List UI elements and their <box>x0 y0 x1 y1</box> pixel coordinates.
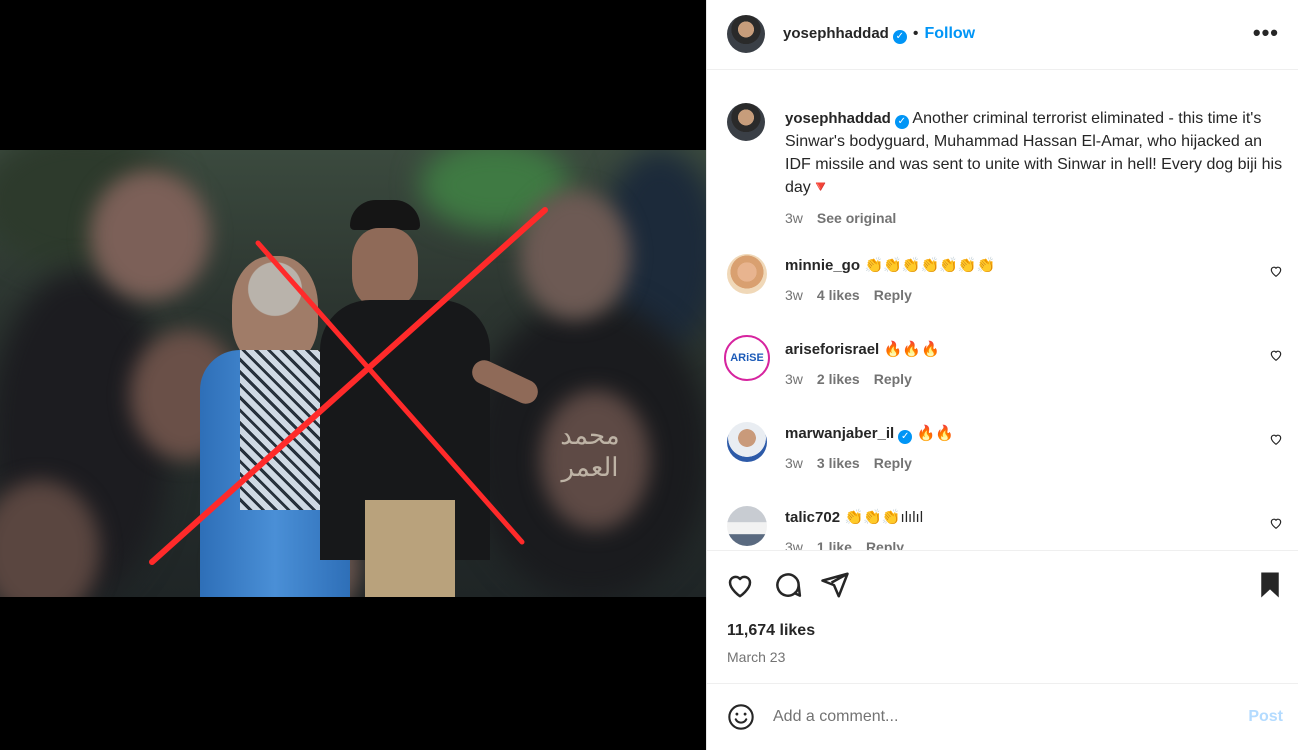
comment-text: 🔥🔥 <box>916 425 955 442</box>
separator-dot: • <box>912 25 919 42</box>
like-comment-icon[interactable] <box>1269 516 1283 530</box>
post-date: March 23 <box>727 649 786 665</box>
caption-author-avatar[interactable] <box>727 103 765 141</box>
add-comment-input[interactable] <box>773 704 1223 730</box>
arise-logo-text: ARiSE <box>730 352 764 364</box>
post-actions: 11,674 likes March 23 <box>707 552 1298 684</box>
comment-item: ARiSE ariseforisrael 🔥🔥🔥 3w 2 likes Reply <box>724 335 1287 408</box>
like-heart-icon[interactable] <box>725 570 755 600</box>
comment-likes[interactable]: 2 likes <box>817 371 860 387</box>
comment-text: 👏👏👏👏👏👏👏 <box>864 257 996 274</box>
comment-time: 3w <box>785 539 803 551</box>
save-bookmark-icon[interactable] <box>1255 570 1285 600</box>
reply-button[interactable]: Reply <box>874 371 912 387</box>
comment-time: 3w <box>785 287 803 303</box>
red-x-overlay <box>149 207 548 565</box>
comment-item: talic702 👏👏👏ılılıl 3w 1 like Reply <box>727 506 1287 551</box>
commenter-username[interactable]: talic702 <box>785 509 840 526</box>
share-send-icon[interactable] <box>820 570 850 600</box>
comment-text: 👏👏👏ılılıl <box>844 509 924 526</box>
reply-button[interactable]: Reply <box>874 455 912 471</box>
verified-badge-icon: ✓ <box>898 430 913 444</box>
commenter-avatar[interactable] <box>727 506 767 546</box>
caption-time: 3w <box>785 210 803 226</box>
add-comment-bar: Post <box>707 686 1298 750</box>
comment-text: 🔥🔥🔥 <box>883 341 940 358</box>
comments-list[interactable]: yosephhaddad ✓ Another criminal terrorist… <box>707 71 1298 551</box>
author-username[interactable]: yosephhaddad <box>783 25 889 42</box>
commenter-username[interactable]: marwanjaber_il <box>785 425 894 442</box>
post-header: yosephhaddad ✓ • Follow ••• <box>707 0 1298 70</box>
post-sidebar: yosephhaddad ✓ • Follow ••• yosephhaddad ✓ A… <box>706 0 1298 750</box>
like-comment-icon[interactable] <box>1269 264 1283 278</box>
comment-time: 3w <box>785 371 803 387</box>
more-options-icon[interactable]: ••• <box>1253 20 1279 46</box>
reply-button[interactable]: Reply <box>866 539 904 550</box>
see-original-link[interactable]: See original <box>817 210 896 226</box>
like-comment-icon[interactable] <box>1269 348 1283 362</box>
reply-button[interactable]: Reply <box>874 287 912 303</box>
comment-likes[interactable]: 1 like <box>817 539 852 550</box>
author-avatar[interactable] <box>727 15 765 53</box>
emoji-smile-icon[interactable] <box>727 703 755 731</box>
comment-item: minnie_go 👏👏👏👏👏👏👏 3w 4 likes Reply <box>727 254 1287 324</box>
comment-likes[interactable]: 3 likes <box>817 455 860 471</box>
follow-button[interactable]: Follow <box>924 25 975 42</box>
commenter-username[interactable]: minnie_go <box>785 257 860 274</box>
caption-username[interactable]: yosephhaddad <box>785 110 891 127</box>
verified-badge-icon: ✓ <box>892 30 907 44</box>
commenter-username[interactable]: ariseforisrael <box>785 341 879 358</box>
post-comment-button[interactable]: Post <box>1248 708 1283 726</box>
commenter-avatar[interactable] <box>727 422 767 462</box>
commenter-avatar[interactable] <box>727 254 767 294</box>
comment-bubble-icon[interactable] <box>773 570 803 600</box>
likes-count[interactable]: 11,674 likes <box>727 622 815 640</box>
comment-likes[interactable]: 4 likes <box>817 287 860 303</box>
post-media[interactable]: محمد العمر <box>0 0 706 750</box>
commenter-avatar[interactable]: ARiSE <box>724 335 770 381</box>
video-frame[interactable]: محمد العمر <box>0 150 706 597</box>
like-comment-icon[interactable] <box>1269 432 1283 446</box>
comment-item: marwanjaber_il ✓ 🔥🔥 3w 3 likes Reply <box>727 422 1287 492</box>
comment-time: 3w <box>785 455 803 471</box>
verified-badge-icon: ✓ <box>894 115 909 129</box>
